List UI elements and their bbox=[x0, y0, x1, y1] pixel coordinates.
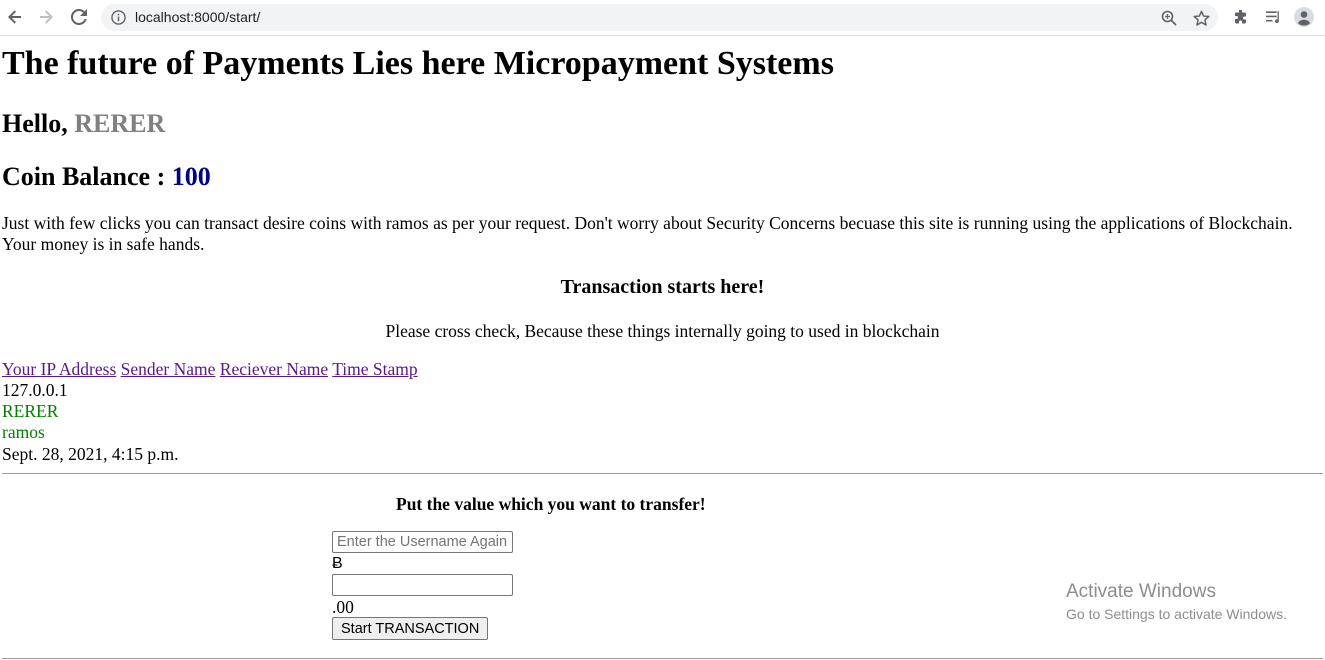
zoom-icon[interactable] bbox=[1159, 8, 1179, 28]
start-transaction-button[interactable]: Start TRANSACTION bbox=[332, 617, 489, 640]
cents-label: .00 bbox=[332, 597, 354, 617]
transaction-details: 127.0.0.1 RERER ramos Sept. 28, 2021, 4:… bbox=[2, 380, 178, 465]
bookmark-star-icon[interactable] bbox=[1191, 8, 1211, 28]
receiver-name-value: ramos bbox=[2, 422, 45, 443]
watermark-line1: Activate Windows bbox=[1066, 581, 1216, 602]
divider-bottom bbox=[2, 658, 1323, 659]
address-bar[interactable]: localhost:8000/start/ bbox=[101, 4, 1218, 31]
ip-address-value: 127.0.0.1 bbox=[2, 380, 68, 400]
reading-list-icon[interactable] bbox=[1262, 6, 1284, 28]
info-icon[interactable] bbox=[110, 9, 127, 26]
profile-avatar-icon[interactable] bbox=[1293, 6, 1315, 28]
info-links: Your IP Address Sender Name Reciever Nam… bbox=[2, 359, 418, 380]
timestamp-value: Sept. 28, 2021, 4:15 p.m. bbox=[2, 443, 179, 464]
intro-text: Just with few clicks you can transact de… bbox=[2, 213, 1293, 254]
balance-label: Coin Balance : bbox=[2, 162, 172, 191]
extensions-icon[interactable] bbox=[1230, 6, 1252, 28]
reload-icon[interactable] bbox=[68, 5, 90, 29]
coin-balance: Coin Balance : 100 bbox=[2, 162, 211, 192]
link-sender-name[interactable]: Sender Name bbox=[121, 359, 216, 379]
back-icon[interactable] bbox=[4, 5, 26, 29]
transfer-form: Ƀ .00 Start TRANSACTION bbox=[332, 531, 513, 640]
link-time-stamp[interactable]: Time Stamp bbox=[332, 359, 417, 379]
url-text[interactable]: localhost:8000/start/ bbox=[135, 9, 260, 26]
activate-windows-watermark: Activate Windows Go to Settings to activ… bbox=[1066, 581, 1287, 624]
divider-top bbox=[2, 473, 1323, 474]
page-title: The future of Payments Lies here Micropa… bbox=[2, 45, 834, 82]
currency-symbol: Ƀ bbox=[332, 555, 343, 572]
link-ip-address[interactable]: Your IP Address bbox=[2, 359, 116, 379]
greeting-prefix: Hello, bbox=[2, 109, 75, 138]
sender-name-value: RERER bbox=[2, 401, 59, 422]
transaction-heading: Transaction starts here! bbox=[560, 276, 765, 298]
forward-icon[interactable] bbox=[35, 5, 57, 29]
balance-value: 100 bbox=[171, 162, 211, 191]
transaction-subtext: Please cross check, Because these things… bbox=[385, 321, 940, 341]
link-receiver-name[interactable]: Reciever Name bbox=[220, 359, 328, 379]
amount-input[interactable] bbox=[332, 574, 513, 596]
user-name: RERER bbox=[74, 109, 166, 138]
username-input[interactable] bbox=[332, 531, 513, 553]
browser-toolbar: localhost:8000/start/ bbox=[0, 0, 1325, 36]
greeting: Hello, RERER bbox=[2, 109, 165, 139]
watermark-line2: Go to Settings to activate Windows. bbox=[1066, 606, 1287, 622]
form-heading: Put the value which you want to transfer… bbox=[396, 494, 706, 514]
